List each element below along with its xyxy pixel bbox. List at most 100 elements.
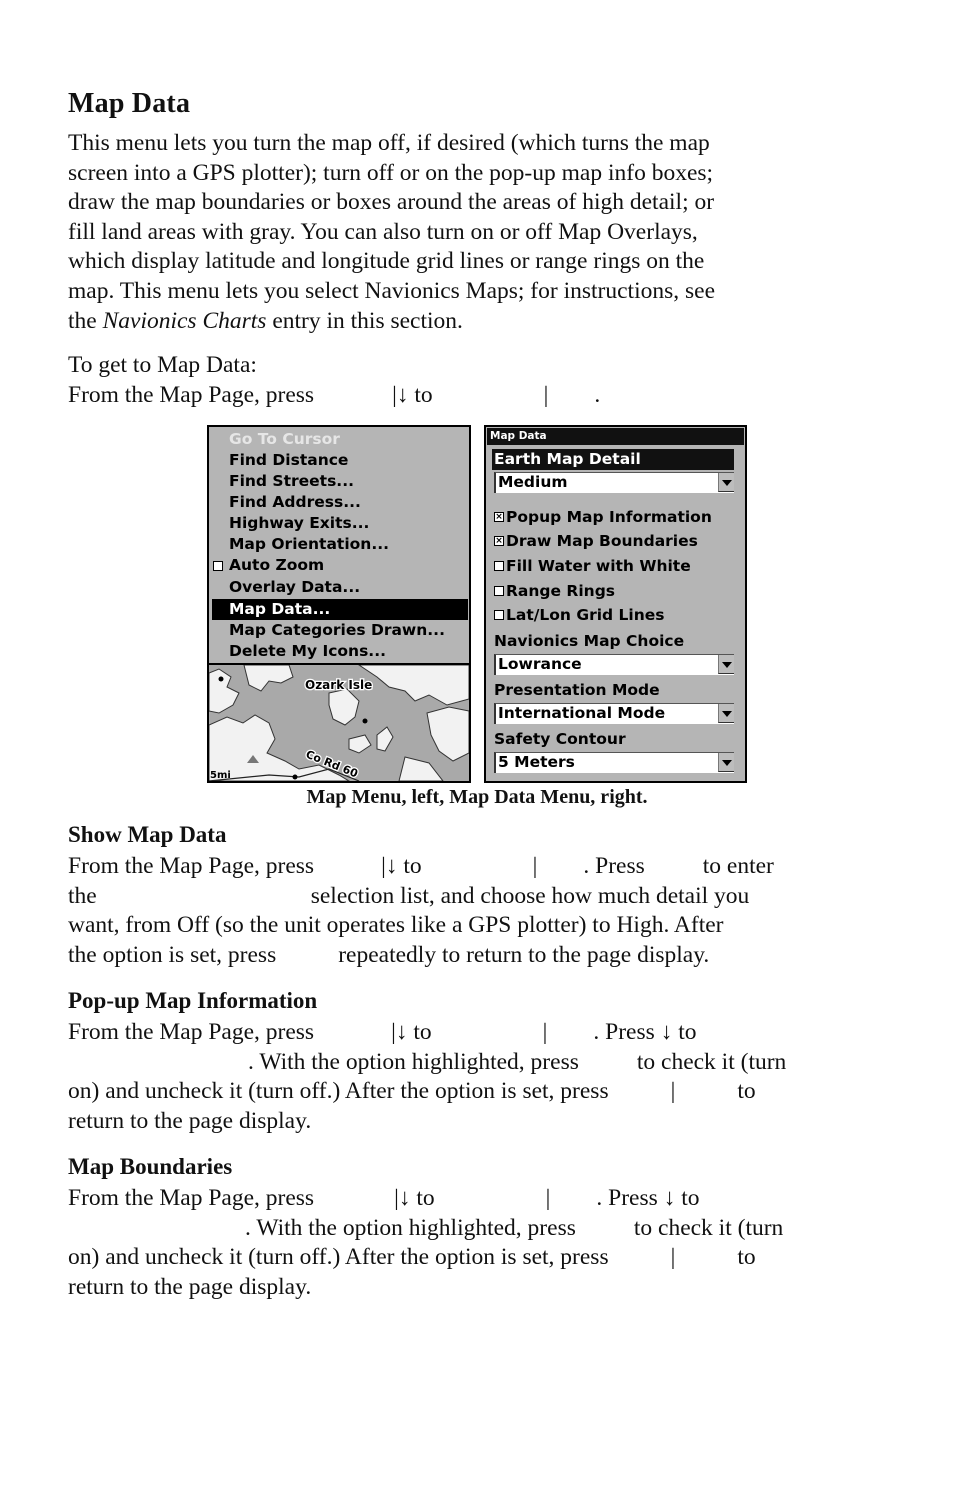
paragraph-line: From the Map Page, press |↓ to | . Press ↓ … <box>68 1018 887 1048</box>
safety-contour-value: 5 Meters <box>498 753 575 771</box>
intro-line: map. This menu lets you select Navionics… <box>68 277 716 304</box>
text-run: . Press ↓ to <box>596 1185 700 1211</box>
text-run: From the Map Page, press <box>68 1185 315 1211</box>
menu-item-find-address[interactable]: Find Address... <box>229 492 361 513</box>
checkbox-unchecked-icon[interactable] <box>494 585 504 596</box>
text-run: to check it (turn <box>636 1048 787 1075</box>
safety-contour-label: Safety Contour <box>494 730 626 748</box>
menu-item-map-orientation[interactable]: Map Orientation... <box>229 534 389 555</box>
range-rings-option[interactable]: Range Rings <box>494 580 615 603</box>
text-run: From the Map Page, press <box>68 853 315 879</box>
text-run: . With the option highlighted, press <box>248 1048 579 1075</box>
earth-map-detail-dropdown[interactable]: Medium <box>494 472 734 493</box>
text-run: selection list, and choose how much deta… <box>310 882 750 909</box>
menu-item-find-streets[interactable]: Find Streets... <box>229 471 354 492</box>
intro-paragraph: This menu lets you turn the map off, if … <box>68 129 887 336</box>
menu-item-auto-zoom[interactable]: Auto Zoom <box>213 555 325 576</box>
text-run: . Press ↓ to <box>593 1019 697 1045</box>
map-point <box>292 774 298 780</box>
safety-contour-dropdown[interactable]: 5 Meters <box>494 752 734 773</box>
option-label: Draw Map Boundaries <box>506 532 698 550</box>
intro-line: This menu lets you turn the map off, if … <box>68 129 887 159</box>
section-title: Map Data <box>68 88 191 119</box>
text-run: the <box>68 882 97 909</box>
text-run: on) and uncheck it (turn off.) After the… <box>68 1244 609 1271</box>
howto-text: . <box>594 381 601 408</box>
fill-water-with-white-option[interactable]: Fill Water with White <box>494 555 691 578</box>
auto-zoom-label: Auto Zoom <box>229 556 325 574</box>
howto-text: | <box>543 381 549 408</box>
presentation-mode-dropdown[interactable]: International Mode <box>494 703 734 724</box>
intro-line: fill land areas with gray. You can also … <box>68 218 698 245</box>
map-place-label: Ozark Isle <box>305 678 372 692</box>
text-run: to <box>737 1244 756 1271</box>
text-run: to <box>737 1078 756 1105</box>
draw-map-boundaries-option[interactable]: × Draw Map Boundaries <box>494 530 698 553</box>
map-scale-label: 5mi <box>210 770 231 781</box>
chevron-down-icon[interactable] <box>718 753 734 772</box>
intro-text: This menu lets you turn the map off, if … <box>68 130 710 156</box>
text-run: | <box>542 1019 548 1045</box>
paragraph-line: the option is set, press repeatedly to re… <box>68 941 887 971</box>
map-data-title-bar: Map Data <box>487 428 744 445</box>
text-run: From the Map Page, press <box>68 1019 315 1045</box>
map-point <box>218 676 224 682</box>
text-run: . With the option highlighted, press <box>245 1214 576 1241</box>
map-boundaries-paragraph: From the Map Page, press |↓ to | . Press ↓ … <box>68 1184 887 1302</box>
menu-item-map-data[interactable]: Map Data... <box>212 599 468 620</box>
checkbox-unchecked-icon[interactable] <box>494 560 504 571</box>
navionics-charts-reference: Navionics Charts <box>102 307 267 334</box>
chevron-down-icon[interactable] <box>718 473 734 492</box>
navionics-map-choice-value: Lowrance <box>498 655 582 673</box>
map-point <box>362 718 368 724</box>
map-boundaries-heading: Map Boundaries <box>68 1154 233 1179</box>
paragraph-line: on) and uncheck it (turn off.) After the… <box>68 1243 887 1273</box>
option-label: Range Rings <box>506 582 616 600</box>
lat-lon-grid-lines-option[interactable]: Lat/Lon Grid Lines <box>494 604 665 627</box>
option-label: Fill Water with White <box>506 557 691 575</box>
text-run: |↓ to <box>391 1019 432 1045</box>
navionics-map-choice-label: Navionics Map Choice <box>494 632 685 650</box>
show-map-data-paragraph: From the Map Page, press |↓ to | . Press to … <box>68 852 887 970</box>
text-run: | <box>670 1244 676 1271</box>
figure-caption: Map Menu, left, Map Data Menu, right. <box>306 786 648 808</box>
chevron-down-icon[interactable] <box>718 655 734 674</box>
text-run: on) and uncheck it (turn off.) After the… <box>68 1078 609 1105</box>
menu-item-overlay-data[interactable]: Overlay Data... <box>229 577 360 598</box>
show-map-data-heading: Show Map Data <box>68 822 227 847</box>
menu-item-go-to-cursor[interactable]: Go To Cursor <box>229 429 340 450</box>
howto-text: From the Map Page, press <box>68 381 315 408</box>
intro-line: the Navionics Charts entry in this secti… <box>68 307 887 337</box>
paragraph-line: return to the page display. <box>68 1273 312 1300</box>
text-run: | <box>545 1185 551 1211</box>
intro-text: entry in this section. <box>266 307 463 334</box>
text-run: to check it (turn <box>633 1214 784 1241</box>
text-run: . Press <box>583 853 645 879</box>
popup-map-information-heading: Pop-up Map Information <box>68 988 318 1013</box>
menu-item-map-categories-drawn[interactable]: Map Categories Drawn... <box>229 620 445 641</box>
earth-map-detail-label[interactable]: Earth Map Detail <box>492 449 734 470</box>
text-run: repeatedly to return to the page display… <box>338 941 710 968</box>
text-run: to enter <box>702 853 774 879</box>
howto-heading: To get to Map Data: <box>68 352 257 378</box>
auto-zoom-checkbox[interactable] <box>213 561 223 571</box>
paragraph-line: on) and uncheck it (turn off.) After the… <box>68 1077 887 1107</box>
menu-item-highway-exits[interactable]: Highway Exits... <box>229 513 369 534</box>
navionics-map-choice-dropdown[interactable]: Lowrance <box>494 654 734 675</box>
paragraph-line: the selection list, and choose how much d… <box>68 882 887 912</box>
checkbox-checked-icon[interactable]: × <box>494 511 504 522</box>
text-run: |↓ to <box>381 853 422 879</box>
menu-item-delete-my-icons[interactable]: Delete My Icons... <box>229 641 386 662</box>
text-run: the option is set, press <box>68 941 277 968</box>
text-run: | <box>532 853 538 879</box>
chevron-down-icon[interactable] <box>718 704 734 723</box>
menu-item-find-distance[interactable]: Find Distance <box>229 450 348 471</box>
checkbox-unchecked-icon[interactable] <box>494 609 504 620</box>
popup-map-information-paragraph: From the Map Page, press |↓ to | . Press ↓ … <box>68 1018 887 1136</box>
option-label: Lat/Lon Grid Lines <box>506 606 665 624</box>
paragraph-line: want, from Off (so the unit operates lik… <box>68 912 724 939</box>
checkbox-checked-icon[interactable]: × <box>494 535 504 546</box>
paragraph-line: From the Map Page, press |↓ to | . Press to … <box>68 852 887 882</box>
map-data-menu-screenshot: Map Data Earth Map Detail Medium × Popup … <box>484 425 747 783</box>
popup-map-information-option[interactable]: × Popup Map Information <box>494 506 712 529</box>
